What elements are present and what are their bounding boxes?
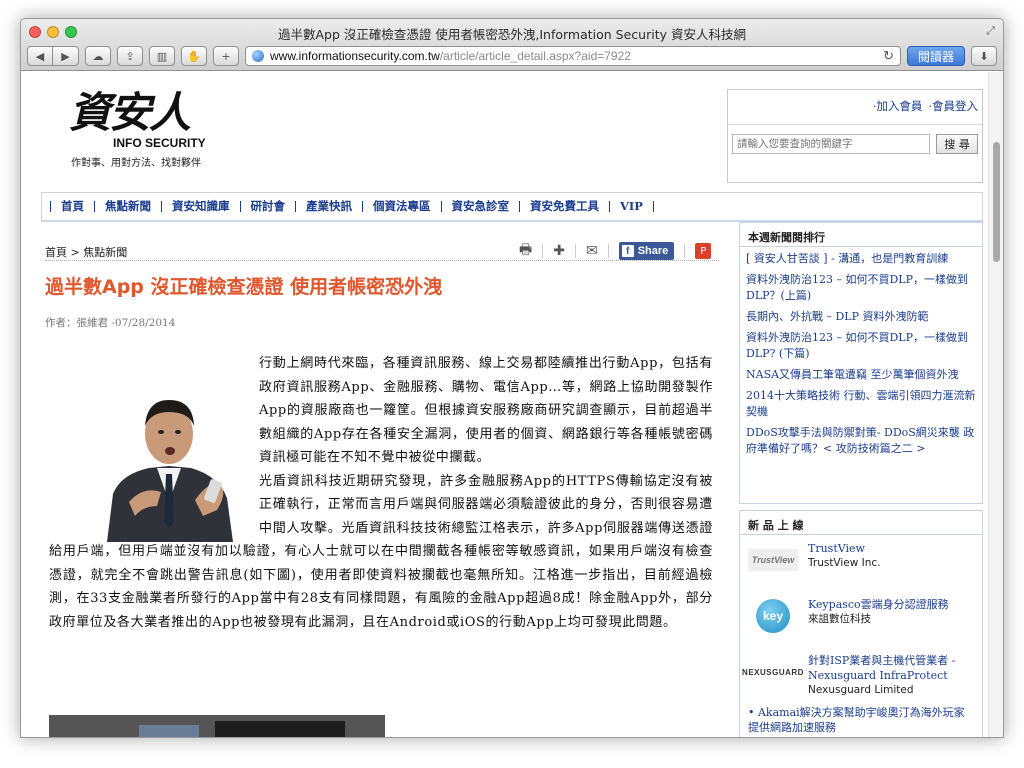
plus-icon: +: [221, 49, 231, 63]
search-button[interactable]: 搜 尋: [936, 134, 978, 154]
member-links: ·加入會員 ·會員登入: [873, 98, 978, 114]
email-icon[interactable]: ✉: [586, 243, 598, 259]
nav-home[interactable]: 首頁: [50, 200, 94, 212]
ranking-item[interactable]: NASA又傳員工筆電遭竊 至少萬筆個資外洩: [746, 367, 976, 383]
globe-icon: [252, 50, 264, 62]
product-item[interactable]: NEXUSGUARD 針對ISP業者與主機代管業者 - Nexusguard I…: [740, 647, 982, 703]
ranking-item[interactable]: 資料外洩防治123 – 如何不買DLP，一樣做到DLP? (下篇): [746, 330, 976, 362]
url-domain: www.informationsecurity.com.tw: [270, 49, 440, 63]
facebook-share-label: Share: [637, 245, 669, 257]
sidebar-button[interactable]: ▥: [149, 46, 175, 66]
ranking-item[interactable]: DDoS攻擊手法與防禦對策- DDoS網災來襲 政府準備好了嗎？< 攻防技術篇之…: [746, 425, 976, 457]
address-bar[interactable]: www.informationsecurity.com.tw/article/a…: [245, 46, 901, 66]
forward-arrow-icon: ▶: [61, 49, 70, 63]
share-sheet-button[interactable]: ⇪: [117, 46, 143, 66]
ranking-item[interactable]: 2014十大策略技術 行動、雲端引領四力滙流新契機: [746, 388, 976, 420]
reader-button[interactable]: 閱讀器: [906, 46, 965, 66]
divider: [684, 244, 686, 258]
browser-toolbar: ◀ ▶ ☁ ⇪ ▥ ✋ + www.informationsecurity.co…: [21, 43, 1003, 69]
product-title: Keypasco雲端身分認證服務 來詛數位科技: [808, 597, 976, 627]
article-photo: [107, 400, 233, 542]
nav-seminar[interactable]: 研討會: [239, 200, 296, 212]
keypasco-logo: key: [756, 599, 790, 633]
browser-window: 過半數App 沒正確檢查憑證 使用者帳密恐外洩,Information Secu…: [20, 18, 1004, 738]
new-tab-button[interactable]: +: [213, 46, 239, 66]
title-bar: 過半數App 沒正確檢查憑證 使用者帳密恐外洩,Information Secu…: [21, 19, 1003, 71]
trustview-logo: TrustView: [748, 549, 798, 571]
download-icon: ⬇: [979, 49, 989, 63]
product-company: Nexusguard Limited: [808, 684, 914, 696]
downloads-button[interactable]: ⬇: [971, 46, 997, 66]
product-title: TrustView TrustView Inc.: [808, 541, 976, 571]
product-news-link[interactable]: • Akamai解決方案幫助宇峻奧汀為海外玩家提供網路加速服務: [740, 703, 982, 737]
member-search-box: ·加入會員 ·會員登入 搜 尋: [727, 89, 983, 183]
product-name[interactable]: 針對ISP業者與主機代管業者 - Nexusguard InfraProtect: [808, 654, 956, 682]
nav-privacy-law[interactable]: 個資法專區: [362, 200, 441, 212]
join-member-link[interactable]: ·加入會員: [873, 98, 923, 114]
back-arrow-icon: ◀: [35, 49, 45, 63]
forward-button[interactable]: ▶: [53, 46, 79, 66]
cloud-icon: ☁: [92, 49, 104, 63]
ranking-item[interactable]: 資料外洩防治123 – 如何不買DLP，一樣做到DLP？(上篇): [746, 272, 976, 304]
nav-divider: [652, 201, 654, 212]
facebook-share-button[interactable]: f Share: [618, 242, 675, 260]
divider: [574, 244, 576, 258]
fullscreen-icon[interactable]: ⤢: [986, 24, 995, 38]
logo-chars: 資安人: [69, 88, 191, 137]
nav-security-er[interactable]: 資安急診室: [440, 200, 520, 212]
back-button[interactable]: ◀: [27, 46, 53, 66]
reload-icon[interactable]: ↻: [883, 48, 894, 64]
new-products-panel: 新 品 上 線 TrustView TrustView TrustView In…: [739, 510, 983, 737]
weekly-ranking-title: 本週新聞閱排行: [740, 223, 982, 247]
window-title: 過半數App 沒正確檢查憑證 使用者帳密恐外洩,Information Secu…: [278, 27, 746, 42]
ranking-item[interactable]: 長期內、外抗戰 – DLP 資料外洩防範: [746, 309, 976, 325]
nav-knowledge[interactable]: 資安知識庫: [161, 200, 240, 212]
article-byline: 作者：張維君 -07/28/2014: [45, 317, 176, 329]
facebook-icon: f: [621, 245, 634, 257]
divider: [728, 124, 982, 125]
url-path: /article/article_detail.aspx?aid=7922: [439, 49, 631, 63]
article-title: 過半數App 沒正確檢查憑證 使用者帳密恐外洩: [45, 276, 443, 298]
weekly-ranking-panel: 本週新聞閱排行 [ 資安人甘苦談 ] - 溝通，也是門教育訓練 資料外洩防治12…: [739, 222, 983, 504]
product-company: 來詛數位科技: [808, 613, 871, 625]
history-buttons: ◀ ▶: [27, 46, 79, 66]
divider: [542, 244, 544, 258]
site-logo[interactable]: 資安人 INFO SECURITY 作對事、用對方法、找對夥伴: [69, 90, 229, 170]
nav-vip[interactable]: VIP: [609, 200, 653, 212]
product-company: TrustView Inc.: [808, 557, 881, 569]
sidebar-icon: ▥: [156, 49, 168, 63]
figure-bar: [139, 725, 199, 737]
product-item[interactable]: TrustView TrustView TrustView Inc.: [740, 535, 982, 591]
member-login-link[interactable]: ·會員登入: [928, 98, 978, 114]
main-nav: 首頁 焦點新聞 資安知識庫 研討會 產業快訊 個資法專區 資安急診室 資安免費工…: [41, 192, 983, 222]
hand-icon: ✋: [187, 49, 201, 63]
product-item[interactable]: key Keypasco雲端身分認證服務 來詛數位科技: [740, 591, 982, 647]
product-name[interactable]: TrustView: [808, 542, 865, 555]
nav-industry-news[interactable]: 產業快訊: [295, 200, 362, 212]
bookmark-icon[interactable]: ✚: [553, 243, 565, 259]
plurk-icon[interactable]: P: [695, 243, 712, 259]
extension-button[interactable]: ✋: [181, 46, 207, 66]
ranking-list: [ 資安人甘苦談 ] - 溝通，也是門教育訓練 資料外洩防治123 – 如何不買…: [740, 247, 982, 466]
web-page: 資安人 INFO SECURITY 作對事、用對方法、找對夥伴 ·加入會員 ·會…: [21, 72, 989, 737]
logo-slogan: 作對事、用對方法、找對夥伴: [71, 158, 201, 169]
keyword-search-input[interactable]: [732, 134, 930, 154]
figure-panel: [215, 721, 345, 737]
breadcrumb[interactable]: 首頁 > 焦點新聞: [45, 244, 127, 260]
scrollbar-thumb[interactable]: [993, 142, 1000, 262]
divider: [45, 260, 719, 261]
ranking-item[interactable]: [ 資安人甘苦談 ] - 溝通，也是門教育訓練: [746, 251, 976, 267]
share-icon: ⇪: [125, 49, 135, 63]
icloud-tabs-button[interactable]: ☁: [85, 46, 111, 66]
vertical-scrollbar[interactable]: [988, 72, 1003, 737]
divider: [607, 244, 609, 258]
new-products-title: 新 品 上 線: [740, 511, 982, 535]
nexusguard-logo: NEXUSGUARD: [742, 667, 804, 677]
product-name[interactable]: Keypasco雲端身分認證服務: [808, 598, 949, 611]
nav-focus-news[interactable]: 焦點新聞: [94, 200, 161, 212]
article-figure[interactable]: [49, 715, 385, 737]
logo-english: INFO SECURITY: [113, 136, 206, 150]
nav-free-tools[interactable]: 資安免費工具: [519, 200, 609, 212]
product-title: 針對ISP業者與主機代管業者 - Nexusguard InfraProtect…: [808, 653, 976, 698]
